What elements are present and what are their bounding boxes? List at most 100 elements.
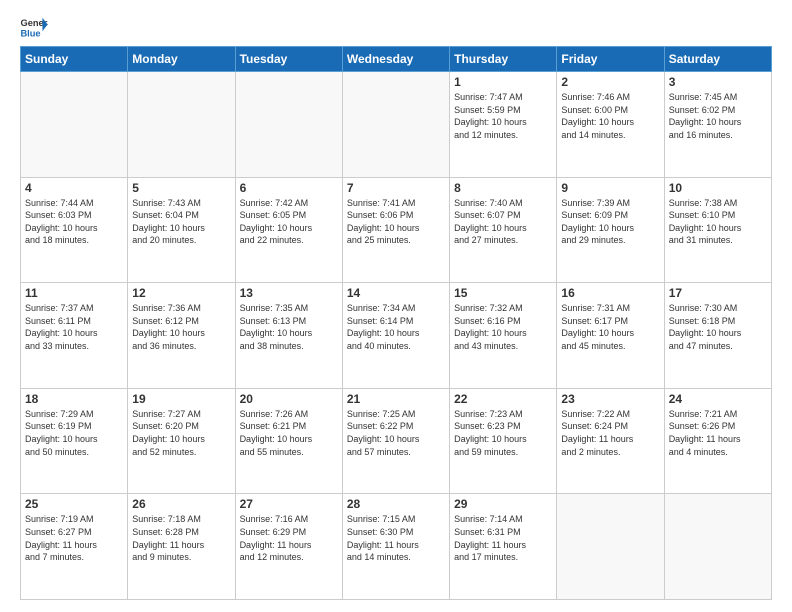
day-cell: [21, 72, 128, 178]
day-info: Sunrise: 7:45 AM Sunset: 6:02 PM Dayligh…: [669, 91, 767, 141]
day-number: 1: [454, 75, 552, 89]
day-number: 26: [132, 497, 230, 511]
week-row-1: 4 Sunrise: 7:44 AM Sunset: 6:03 PM Daylig…: [21, 177, 772, 283]
day-number: 17: [669, 286, 767, 300]
day-cell: 7 Sunrise: 7:41 AM Sunset: 6:06 PM Daylig…: [342, 177, 449, 283]
day-cell: [235, 72, 342, 178]
day-cell: [557, 494, 664, 600]
day-number: 5: [132, 181, 230, 195]
day-cell: 16 Sunrise: 7:31 AM Sunset: 6:17 PM Dayli…: [557, 283, 664, 389]
day-info: Sunrise: 7:14 AM Sunset: 6:31 PM Dayligh…: [454, 513, 552, 563]
day-number: 6: [240, 181, 338, 195]
day-info: Sunrise: 7:39 AM Sunset: 6:09 PM Dayligh…: [561, 197, 659, 247]
week-row-0: 1 Sunrise: 7:47 AM Sunset: 5:59 PM Daylig…: [21, 72, 772, 178]
day-info: Sunrise: 7:18 AM Sunset: 6:28 PM Dayligh…: [132, 513, 230, 563]
day-info: Sunrise: 7:34 AM Sunset: 6:14 PM Dayligh…: [347, 302, 445, 352]
day-cell: 19 Sunrise: 7:27 AM Sunset: 6:20 PM Dayli…: [128, 388, 235, 494]
day-number: 15: [454, 286, 552, 300]
day-number: 3: [669, 75, 767, 89]
day-info: Sunrise: 7:32 AM Sunset: 6:16 PM Dayligh…: [454, 302, 552, 352]
day-cell: 4 Sunrise: 7:44 AM Sunset: 6:03 PM Daylig…: [21, 177, 128, 283]
day-info: Sunrise: 7:23 AM Sunset: 6:23 PM Dayligh…: [454, 408, 552, 458]
day-info: Sunrise: 7:19 AM Sunset: 6:27 PM Dayligh…: [25, 513, 123, 563]
day-number: 14: [347, 286, 445, 300]
day-cell: 28Sunrise: 7:15 AM Sunset: 6:30 PM Dayli…: [342, 494, 449, 600]
day-info: Sunrise: 7:42 AM Sunset: 6:05 PM Dayligh…: [240, 197, 338, 247]
day-info: Sunrise: 7:44 AM Sunset: 6:03 PM Dayligh…: [25, 197, 123, 247]
day-info: Sunrise: 7:21 AM Sunset: 6:26 PM Dayligh…: [669, 408, 767, 458]
day-cell: 15 Sunrise: 7:32 AM Sunset: 6:16 PM Dayli…: [450, 283, 557, 389]
weekday-friday: Friday: [557, 47, 664, 72]
day-info: Sunrise: 7:25 AM Sunset: 6:22 PM Dayligh…: [347, 408, 445, 458]
weekday-thursday: Thursday: [450, 47, 557, 72]
day-number: 18: [25, 392, 123, 406]
day-cell: 10 Sunrise: 7:38 AM Sunset: 6:10 PM Dayli…: [664, 177, 771, 283]
calendar-table: SundayMondayTuesdayWednesdayThursdayFrid…: [20, 46, 772, 600]
day-info: Sunrise: 7:29 AM Sunset: 6:19 PM Dayligh…: [25, 408, 123, 458]
day-number: 16: [561, 286, 659, 300]
day-info: Sunrise: 7:26 AM Sunset: 6:21 PM Dayligh…: [240, 408, 338, 458]
day-number: 7: [347, 181, 445, 195]
day-cell: 26 Sunrise: 7:18 AM Sunset: 6:28 PM Dayli…: [128, 494, 235, 600]
page: General Blue SundayMondayTuesdayWednesda…: [0, 0, 792, 612]
day-cell: 12 Sunrise: 7:36 AM Sunset: 6:12 PM Dayli…: [128, 283, 235, 389]
day-cell: 14 Sunrise: 7:34 AM Sunset: 6:14 PM Dayli…: [342, 283, 449, 389]
day-cell: 13Sunrise: 7:35 AM Sunset: 6:13 PM Dayli…: [235, 283, 342, 389]
day-info: Sunrise: 7:40 AM Sunset: 6:07 PM Dayligh…: [454, 197, 552, 247]
day-info: Sunrise: 7:22 AM Sunset: 6:24 PM Dayligh…: [561, 408, 659, 458]
day-number: 21: [347, 392, 445, 406]
weekday-sunday: Sunday: [21, 47, 128, 72]
day-cell: [128, 72, 235, 178]
day-cell: 11Sunrise: 7:37 AM Sunset: 6:11 PM Dayli…: [21, 283, 128, 389]
weekday-monday: Monday: [128, 47, 235, 72]
day-number: 12: [132, 286, 230, 300]
day-cell: [664, 494, 771, 600]
header: General Blue: [20, 16, 772, 38]
day-number: 25: [25, 497, 123, 511]
day-cell: 29 Sunrise: 7:14 AM Sunset: 6:31 PM Dayli…: [450, 494, 557, 600]
day-cell: 24 Sunrise: 7:21 AM Sunset: 6:26 PM Dayli…: [664, 388, 771, 494]
day-info: Sunrise: 7:36 AM Sunset: 6:12 PM Dayligh…: [132, 302, 230, 352]
day-info: Sunrise: 7:47 AM Sunset: 5:59 PM Dayligh…: [454, 91, 552, 141]
weekday-tuesday: Tuesday: [235, 47, 342, 72]
weekday-wednesday: Wednesday: [342, 47, 449, 72]
day-number: 2: [561, 75, 659, 89]
day-info: Sunrise: 7:16 AM Sunset: 6:29 PM Dayligh…: [240, 513, 338, 563]
day-cell: 20Sunrise: 7:26 AM Sunset: 6:21 PM Dayli…: [235, 388, 342, 494]
logo-icon: General Blue: [20, 16, 48, 38]
day-cell: 23Sunrise: 7:22 AM Sunset: 6:24 PM Dayli…: [557, 388, 664, 494]
day-info: Sunrise: 7:31 AM Sunset: 6:17 PM Dayligh…: [561, 302, 659, 352]
day-number: 22: [454, 392, 552, 406]
day-number: 27: [240, 497, 338, 511]
day-cell: 21 Sunrise: 7:25 AM Sunset: 6:22 PM Dayli…: [342, 388, 449, 494]
day-number: 13: [240, 286, 338, 300]
day-cell: 17 Sunrise: 7:30 AM Sunset: 6:18 PM Dayli…: [664, 283, 771, 389]
day-cell: 27 Sunrise: 7:16 AM Sunset: 6:29 PM Dayli…: [235, 494, 342, 600]
day-cell: 18 Sunrise: 7:29 AM Sunset: 6:19 PM Dayli…: [21, 388, 128, 494]
day-info: Sunrise: 7:37 AM Sunset: 6:11 PM Dayligh…: [25, 302, 123, 352]
day-info: Sunrise: 7:46 AM Sunset: 6:00 PM Dayligh…: [561, 91, 659, 141]
day-info: Sunrise: 7:41 AM Sunset: 6:06 PM Dayligh…: [347, 197, 445, 247]
week-row-2: 11Sunrise: 7:37 AM Sunset: 6:11 PM Dayli…: [21, 283, 772, 389]
week-row-3: 18 Sunrise: 7:29 AM Sunset: 6:19 PM Dayli…: [21, 388, 772, 494]
day-number: 9: [561, 181, 659, 195]
day-cell: 22 Sunrise: 7:23 AM Sunset: 6:23 PM Dayli…: [450, 388, 557, 494]
logo: General Blue: [20, 16, 48, 38]
day-number: 19: [132, 392, 230, 406]
day-number: 24: [669, 392, 767, 406]
day-cell: 2 Sunrise: 7:46 AM Sunset: 6:00 PM Daylig…: [557, 72, 664, 178]
day-info: Sunrise: 7:38 AM Sunset: 6:10 PM Dayligh…: [669, 197, 767, 247]
day-cell: 8 Sunrise: 7:40 AM Sunset: 6:07 PM Daylig…: [450, 177, 557, 283]
day-cell: 5Sunrise: 7:43 AM Sunset: 6:04 PM Daylig…: [128, 177, 235, 283]
day-cell: 3 Sunrise: 7:45 AM Sunset: 6:02 PM Daylig…: [664, 72, 771, 178]
day-cell: 25 Sunrise: 7:19 AM Sunset: 6:27 PM Dayli…: [21, 494, 128, 600]
day-info: Sunrise: 7:27 AM Sunset: 6:20 PM Dayligh…: [132, 408, 230, 458]
weekday-header-row: SundayMondayTuesdayWednesdayThursdayFrid…: [21, 47, 772, 72]
day-number: 4: [25, 181, 123, 195]
day-number: 8: [454, 181, 552, 195]
day-info: Sunrise: 7:30 AM Sunset: 6:18 PM Dayligh…: [669, 302, 767, 352]
day-number: 29: [454, 497, 552, 511]
weekday-saturday: Saturday: [664, 47, 771, 72]
day-cell: 9 Sunrise: 7:39 AM Sunset: 6:09 PM Daylig…: [557, 177, 664, 283]
day-number: 10: [669, 181, 767, 195]
